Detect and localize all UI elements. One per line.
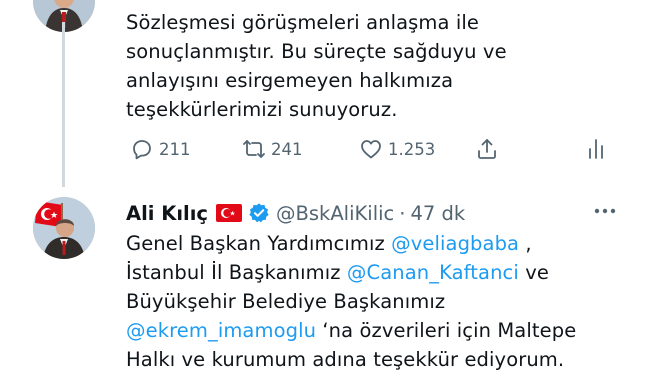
tweet2-text-segment: ve	[518, 261, 549, 284]
reply-count: 211	[159, 139, 191, 159]
tweet2-text-segment: ,	[519, 232, 532, 255]
tweet-time[interactable]: 47 dk	[410, 202, 465, 225]
tweet1-line: sonuçlanmıştır. Bu süreçte sağduyu ve	[126, 40, 507, 63]
tweet2-text-segment: ‘na özverileri için Maltepe	[316, 319, 577, 342]
analytics-icon	[589, 139, 603, 159]
tweet2-text: Genel Başkan Yardımcımız @veliagbaba , İ…	[126, 229, 626, 374]
tweet1-line: Sözleşmesi görüşmeleri anlaşma ile	[126, 11, 479, 34]
reply-icon	[133, 140, 151, 160]
tweet2-text-segment: İstanbul İl Başkanımız	[126, 261, 347, 284]
analytics-button[interactable]	[584, 137, 608, 161]
avatar-ali-kilic[interactable]	[33, 197, 95, 259]
tweet1-text: Sözleşmesi görüşmeleri anlaşma ile sonuç…	[126, 8, 626, 124]
share-icon	[478, 139, 496, 159]
retweet-count: 241	[271, 139, 303, 159]
tweet1-line: teşekkürlerimizi sunuyoruz.	[126, 98, 398, 121]
like-icon	[361, 140, 381, 159]
separator-dot: ·	[399, 201, 406, 225]
tweet2-line: Büyükşehir Belediye Başkanımız	[126, 290, 446, 313]
tweet2-line: Genel Başkan Yardımcımız @veliagbaba ,	[126, 229, 626, 258]
tweet1-action-bar: 211 241 1.253	[126, 137, 626, 171]
verified-badge-icon	[249, 203, 269, 223]
mention-canan-kaftanci[interactable]: @Canan_Kaftanci	[347, 261, 519, 284]
tweet2-line: İstanbul İl Başkanımız @Canan_Kaftanci v…	[126, 258, 626, 287]
tweet1-line: anlayışını esirgemeyen halkımıza	[126, 69, 454, 92]
turkey-flag-icon	[215, 204, 242, 222]
like-button[interactable]: 1.253	[359, 137, 435, 161]
retweet-icon	[243, 140, 265, 158]
author-name[interactable]: Ali Kılıç	[126, 202, 208, 225]
retweet-button[interactable]: 241	[242, 137, 303, 161]
author-handle[interactable]: @BskAliKilic	[276, 202, 394, 225]
thread-connector-line	[62, 22, 65, 187]
reply-button[interactable]: 211	[130, 137, 191, 161]
tweet2-line: @ekrem_imamoglu ‘na özverileri için Malt…	[126, 316, 626, 345]
tweet2-text-segment: Genel Başkan Yardımcımız	[126, 232, 392, 255]
tweet2-header: Ali Kılıç @BskAliKilic · 47 dk	[126, 198, 465, 228]
like-count: 1.253	[388, 139, 436, 159]
more-options-icon[interactable]	[592, 204, 618, 218]
share-button[interactable]	[475, 137, 499, 161]
mention-veliagbaba[interactable]: @veliagbaba	[391, 232, 519, 255]
mention-ekrem-imamoglu[interactable]: @ekrem_imamoglu	[126, 319, 316, 342]
